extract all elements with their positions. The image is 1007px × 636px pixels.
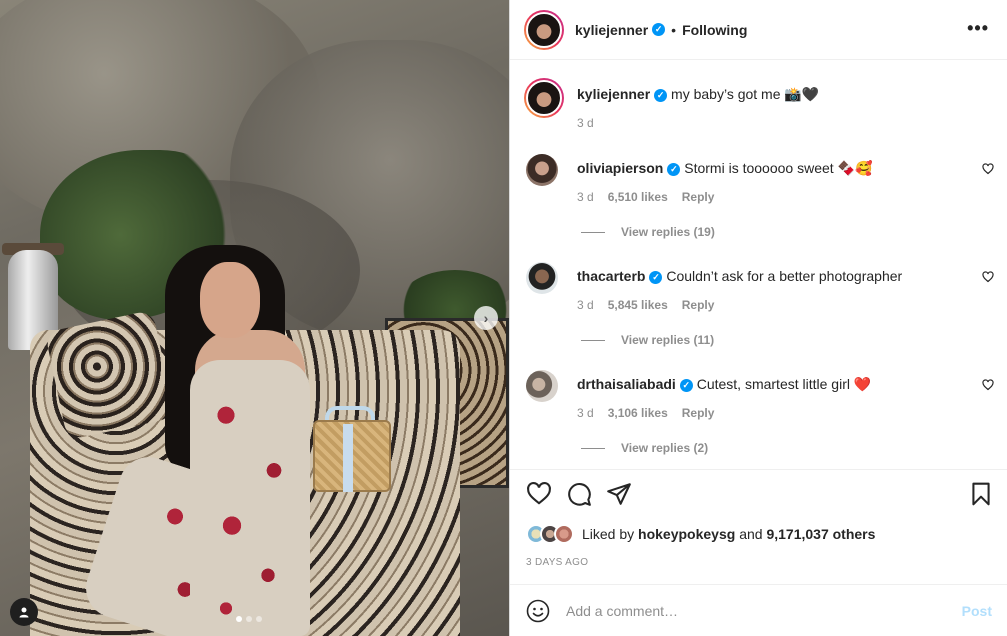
photo-cushion <box>44 309 176 441</box>
author-avatar[interactable] <box>524 9 564 50</box>
view-replies-button[interactable]: View replies (19) <box>581 225 715 239</box>
commenter-avatar[interactable] <box>526 262 558 294</box>
view-replies-label: View replies (19) <box>621 225 715 239</box>
more-options-icon[interactable]: ••• <box>967 18 989 39</box>
caption-avatar[interactable] <box>524 78 564 118</box>
commenter-avatar[interactable] <box>526 154 558 186</box>
comment-username[interactable]: thacarterb <box>577 268 645 284</box>
emoji-icon[interactable] <box>526 599 550 623</box>
share-paper-plane-icon[interactable] <box>606 481 632 507</box>
view-replies-button[interactable]: View replies (2) <box>581 441 708 455</box>
post-details-panel: kyliejenner ✓ • Following ••• kyliejenne… <box>509 0 1007 636</box>
user-icon <box>19 607 29 618</box>
comment-bubble-icon[interactable] <box>566 481 592 507</box>
comments-section[interactable]: kyliejenner ✓ my baby’s got me 📸🖤 3 d oli… <box>510 60 1007 470</box>
comment-likes[interactable]: 5,845 likes <box>608 298 668 312</box>
comment-like-heart-icon[interactable] <box>982 163 994 175</box>
comment-age[interactable]: 3 d <box>577 190 594 204</box>
comment-age[interactable]: 3 d <box>577 406 594 420</box>
comment-username[interactable]: drthaisaliabadi <box>577 376 676 392</box>
author-username[interactable]: kyliejenner <box>575 22 648 38</box>
liked-by-label: Liked by <box>582 526 635 542</box>
comment-text-block: thacarterb ✓ Couldn’t ask for a better ph… <box>577 267 967 285</box>
caption-meta: 3 d <box>577 116 594 130</box>
carousel-dot <box>246 616 252 622</box>
comment-reply-button[interactable]: Reply <box>682 406 715 420</box>
following-button[interactable]: Following <box>682 22 747 38</box>
carousel-dot <box>256 616 262 622</box>
carousel-dot <box>236 616 242 622</box>
likes-text: Liked by hokeypokeysg and 9,171,037 othe… <box>582 526 875 542</box>
comment-like-heart-icon[interactable] <box>982 379 994 391</box>
liker-avatar[interactable] <box>554 524 574 544</box>
post-date[interactable]: 3 DAYS AGO <box>526 557 588 568</box>
comment-age[interactable]: 3 d <box>577 298 594 312</box>
comment-row: drthaisaliabadi ✓ Cutest, smartest little… <box>524 370 994 469</box>
avatar-image <box>526 11 562 48</box>
comment-text: Couldn’t ask for a better photographer <box>666 268 903 284</box>
post-comment-button[interactable]: Post <box>962 603 992 619</box>
comment-meta: 3 d 6,510 likes Reply <box>577 190 714 204</box>
verified-badge-icon: ✓ <box>654 88 668 102</box>
post-header: kyliejenner ✓ • Following ••• <box>510 0 1007 60</box>
view-replies-label: View replies (2) <box>621 441 709 455</box>
view-replies-button[interactable]: View replies (11) <box>581 333 714 347</box>
comment-username[interactable]: oliviapierson <box>577 160 663 176</box>
photo-floral-dress <box>190 360 310 636</box>
comment-meta: 3 d 5,845 likes Reply <box>577 298 714 312</box>
comment-row: oliviapierson ✓ Stormi is toooooo sweet 🍫… <box>524 154 994 254</box>
comment-meta: 3 d 3,106 likes Reply <box>577 406 714 420</box>
comment-input[interactable] <box>566 602 936 619</box>
liked-by-others[interactable]: 9,171,037 others <box>766 526 875 542</box>
like-heart-icon[interactable] <box>526 481 552 507</box>
view-replies-label: View replies (11) <box>621 333 715 347</box>
caption-text: my baby’s got me 📸🖤 <box>671 86 820 102</box>
liked-by-username[interactable]: hokeypokeysg <box>638 526 735 542</box>
tagged-users-button[interactable] <box>10 598 38 626</box>
comment-text-block: drthaisaliabadi ✓ Cutest, smartest little… <box>577 375 967 393</box>
carousel-dots <box>236 616 262 622</box>
comment-row: thacarterb ✓ Couldn’t ask for a better ph… <box>524 262 994 362</box>
view-replies-line <box>581 231 605 233</box>
photo-person-face <box>200 262 260 338</box>
comment-likes[interactable]: 6,510 likes <box>608 190 668 204</box>
comment-reply-button[interactable]: Reply <box>682 190 715 204</box>
caption-text-block: kyliejenner ✓ my baby’s got me 📸🖤 <box>577 85 967 103</box>
commenter-avatar[interactable] <box>526 370 558 402</box>
view-replies-line <box>581 339 605 341</box>
comment-like-heart-icon[interactable] <box>982 271 994 283</box>
comment-likes[interactable]: 3,106 likes <box>608 406 668 420</box>
post-action-bar <box>524 481 994 511</box>
comment-text-block: oliviapierson ✓ Stormi is toooooo sweet 🍫… <box>577 159 967 177</box>
photo-bag-strap <box>343 424 353 492</box>
verified-badge-icon: ✓ <box>679 378 693 392</box>
post-photo[interactable]: › <box>0 0 509 636</box>
likes-summary: Liked by hokeypokeysg and 9,171,037 othe… <box>526 524 875 544</box>
caption-age[interactable]: 3 d <box>577 116 594 130</box>
comment-text: Stormi is toooooo sweet 🍫🥰 <box>684 160 873 176</box>
comment-text: Cutest, smartest little girl ❤️ <box>696 376 872 392</box>
header-separator: • <box>671 21 677 38</box>
verified-badge-icon: ✓ <box>652 23 666 36</box>
verified-badge-icon: ✓ <box>667 162 681 176</box>
liked-by-and: and <box>739 526 763 542</box>
save-bookmark-icon[interactable] <box>968 481 994 507</box>
avatar-image <box>526 80 562 116</box>
carousel-next-button[interactable]: › <box>474 306 498 330</box>
caption-username[interactable]: kyliejenner <box>577 86 650 102</box>
verified-badge-icon: ✓ <box>649 270 663 284</box>
add-comment-bar: Post <box>510 584 1007 636</box>
comment-reply-button[interactable]: Reply <box>682 298 715 312</box>
caption-row: kyliejenner ✓ my baby’s got me 📸🖤 3 d <box>524 78 994 140</box>
view-replies-line <box>581 447 605 449</box>
